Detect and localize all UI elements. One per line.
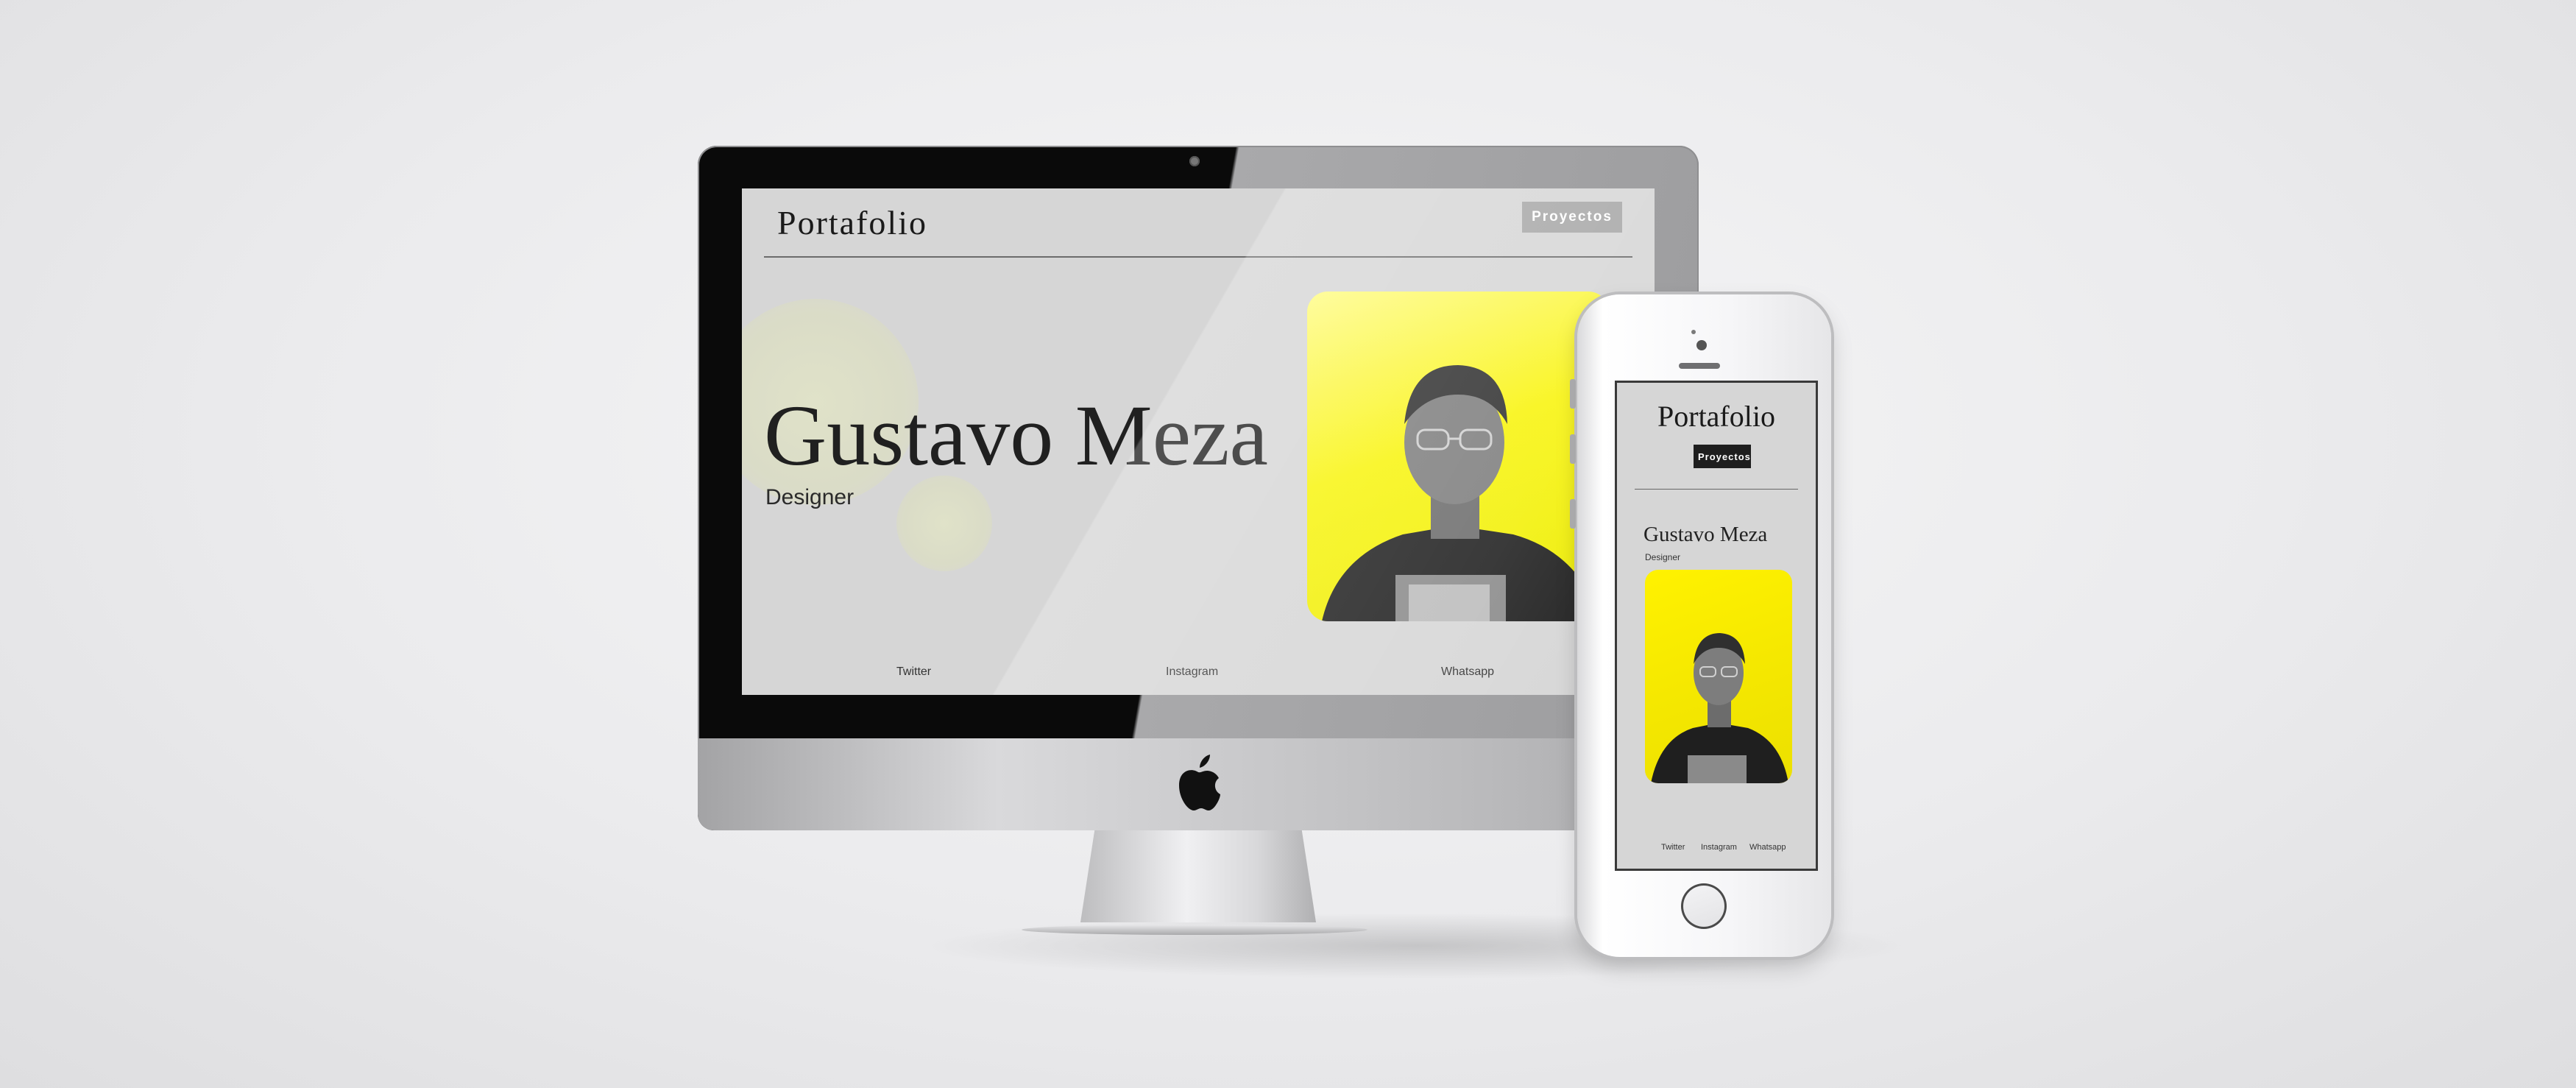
mobile-website-screen: Portafolio Proyectos Gustavo Meza Design… (1617, 383, 1816, 869)
iphone-mockup: Portafolio Proyectos Gustavo Meza Design… (1570, 294, 1831, 957)
imac-bezel: Portafolio Proyectos Gustavo Meza Design… (698, 146, 1699, 830)
phone-speaker (1679, 363, 1720, 369)
phone-mute-switch (1570, 379, 1576, 409)
imac-stand-foot (1022, 925, 1367, 935)
desktop-social-links: Twitter Instagram Whatsapp (742, 665, 1655, 683)
mobile-profile-photo-figure (1651, 633, 1788, 783)
mobile-social-link-twitter[interactable]: Twitter (1661, 843, 1685, 852)
mobile-profile-photo (1645, 570, 1792, 783)
mobile-proyectos-button[interactable]: Proyectos (1694, 445, 1751, 468)
proyectos-button[interactable]: Proyectos (1522, 202, 1622, 233)
apple-icon (1179, 755, 1220, 810)
social-link-twitter[interactable]: Twitter (896, 665, 931, 679)
mobile-social-link-instagram[interactable]: Instagram (1701, 843, 1737, 852)
hero-name: Gustavo Meza (764, 387, 1268, 484)
desktop-website-screen: Portafolio Proyectos Gustavo Meza Design… (742, 188, 1655, 695)
brand-logo[interactable]: Portafolio (777, 203, 927, 242)
desktop-nav-bar: Portafolio Proyectos (764, 188, 1632, 258)
profile-photo-figure (1322, 365, 1602, 621)
mobile-social-links: Twitter Instagram Whatsapp (1617, 843, 1816, 856)
imac-mockup: Portafolio Proyectos Gustavo Meza Design… (698, 146, 1699, 937)
phone-sensor (1691, 330, 1696, 334)
decorative-circle-small (896, 476, 992, 571)
social-link-whatsapp[interactable]: Whatsapp (1441, 665, 1494, 679)
phone-volume-down (1570, 499, 1576, 529)
imac-camera (1189, 156, 1200, 166)
mobile-social-link-whatsapp[interactable]: Whatsapp (1749, 843, 1786, 852)
profile-photo (1307, 292, 1609, 621)
phone-front-camera (1696, 340, 1707, 350)
phone-home-button[interactable] (1681, 883, 1727, 929)
phone-volume-up (1570, 434, 1576, 464)
mobile-brand-logo[interactable]: Portafolio (1617, 399, 1816, 434)
mobile-hero-role: Designer (1645, 552, 1681, 562)
social-link-instagram[interactable]: Instagram (1166, 665, 1218, 679)
imac-stand-neck (1080, 830, 1316, 922)
mobile-hero-name: Gustavo Meza (1643, 523, 1768, 546)
mobile-nav-divider (1635, 489, 1798, 490)
hero-role: Designer (765, 485, 854, 509)
